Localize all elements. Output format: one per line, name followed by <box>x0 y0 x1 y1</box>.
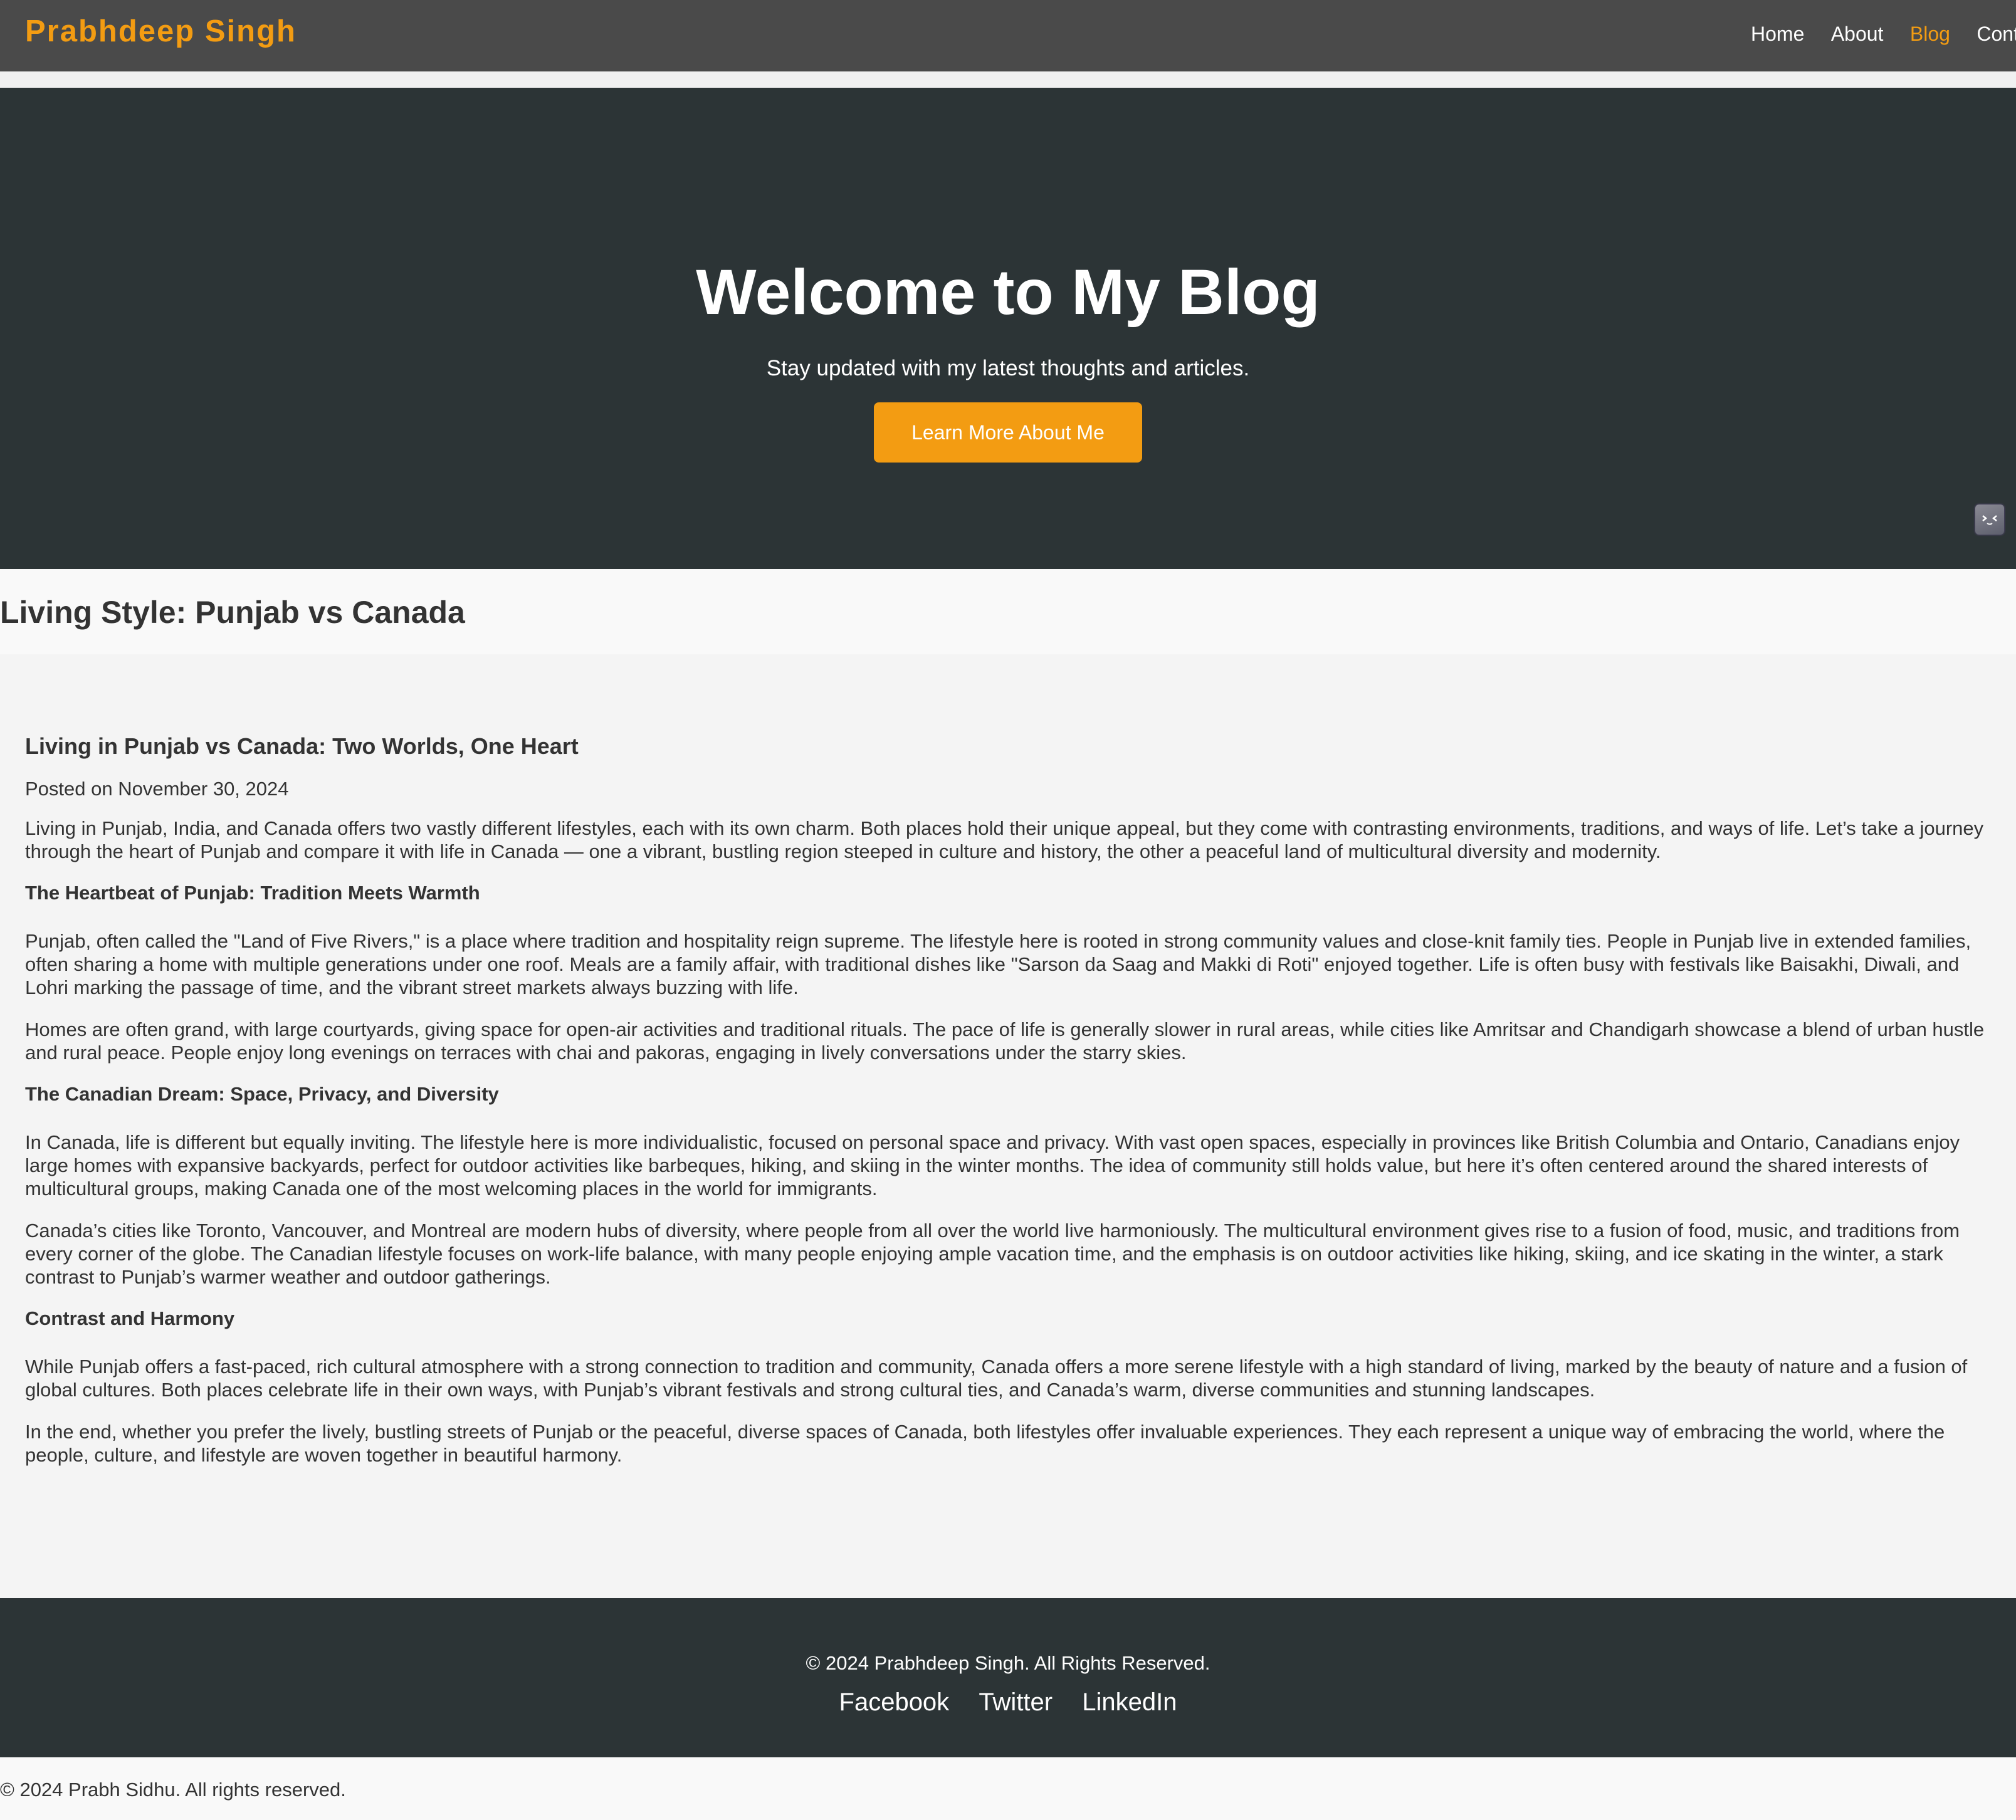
bottom-bar: © 2024 Prabh Sidhu. All rights reserved. <box>0 1757 2016 1820</box>
post-title: Living in Punjab vs Canada: Two Worlds, … <box>25 733 579 759</box>
page-title-bar: Living Style: Punjab vs Canada <box>0 569 2016 654</box>
section-heading-contrast: Contrast and Harmony <box>25 1307 235 1329</box>
nav-links: Home About Blog Contact <box>1751 23 2016 46</box>
bottom-copyright: © 2024 Prabh Sidhu. All rights reserved. <box>0 1779 346 1801</box>
post-paragraph: While Punjab offers a fast-paced, rich c… <box>25 1356 1968 1401</box>
post-intro: Living in Punjab, India, and Canada offe… <box>25 817 1984 862</box>
nav-link-contact[interactable]: Contact <box>1977 23 2016 46</box>
section-heading-canada: The Canadian Dream: Space, Privacy, and … <box>25 1083 499 1105</box>
page-title: Living Style: Punjab vs Canada <box>0 595 465 630</box>
hero-section: Welcome to My Blog Stay updated with my … <box>0 88 2016 569</box>
hero-subtitle: Stay updated with my latest thoughts and… <box>766 356 1250 380</box>
footer-copyright: © 2024 Prabhdeep Singh. All Rights Reser… <box>806 1652 1210 1674</box>
header-spacer <box>0 71 2016 88</box>
brand-logo[interactable]: Prabhdeep Singh <box>25 14 297 49</box>
post-paragraph: Punjab, often called the "Land of Five R… <box>25 930 1971 998</box>
navbar: Prabhdeep Singh Home About Blog Contact <box>0 0 2016 71</box>
post-paragraph: In the end, whether you prefer the livel… <box>25 1421 1945 1466</box>
nav-link-home[interactable]: Home <box>1751 23 1804 46</box>
linkedin-link[interactable]: LinkedIn <box>1082 1688 1177 1716</box>
nav-link-about[interactable]: About <box>1831 23 1884 46</box>
blog-post: Living in Punjab vs Canada: Two Worlds, … <box>25 733 1993 1485</box>
post-date: Posted on November 30, 2024 <box>25 778 289 800</box>
hero-title: Welcome to My Blog <box>696 256 1320 328</box>
nav-link-blog[interactable]: Blog <box>1910 23 1950 46</box>
facebook-link[interactable]: Facebook <box>839 1688 950 1716</box>
post-paragraph: Homes are often grand, with large courty… <box>25 1018 1985 1064</box>
social-links: Facebook Twitter LinkedIn <box>0 1688 2016 1717</box>
footer: © 2024 Prabhdeep Singh. All Rights Reser… <box>0 1598 2016 1757</box>
learn-more-button[interactable]: Learn More About Me <box>874 402 1142 463</box>
post-paragraph: In Canada, life is different but equally… <box>25 1131 1960 1200</box>
section-heading-punjab: The Heartbeat of Punjab: Tradition Meets… <box>25 882 480 904</box>
extension-icon[interactable] <box>1975 505 2004 535</box>
post-paragraph: Canada’s cities like Toronto, Vancouver,… <box>25 1220 1960 1288</box>
twitter-link[interactable]: Twitter <box>979 1688 1053 1716</box>
